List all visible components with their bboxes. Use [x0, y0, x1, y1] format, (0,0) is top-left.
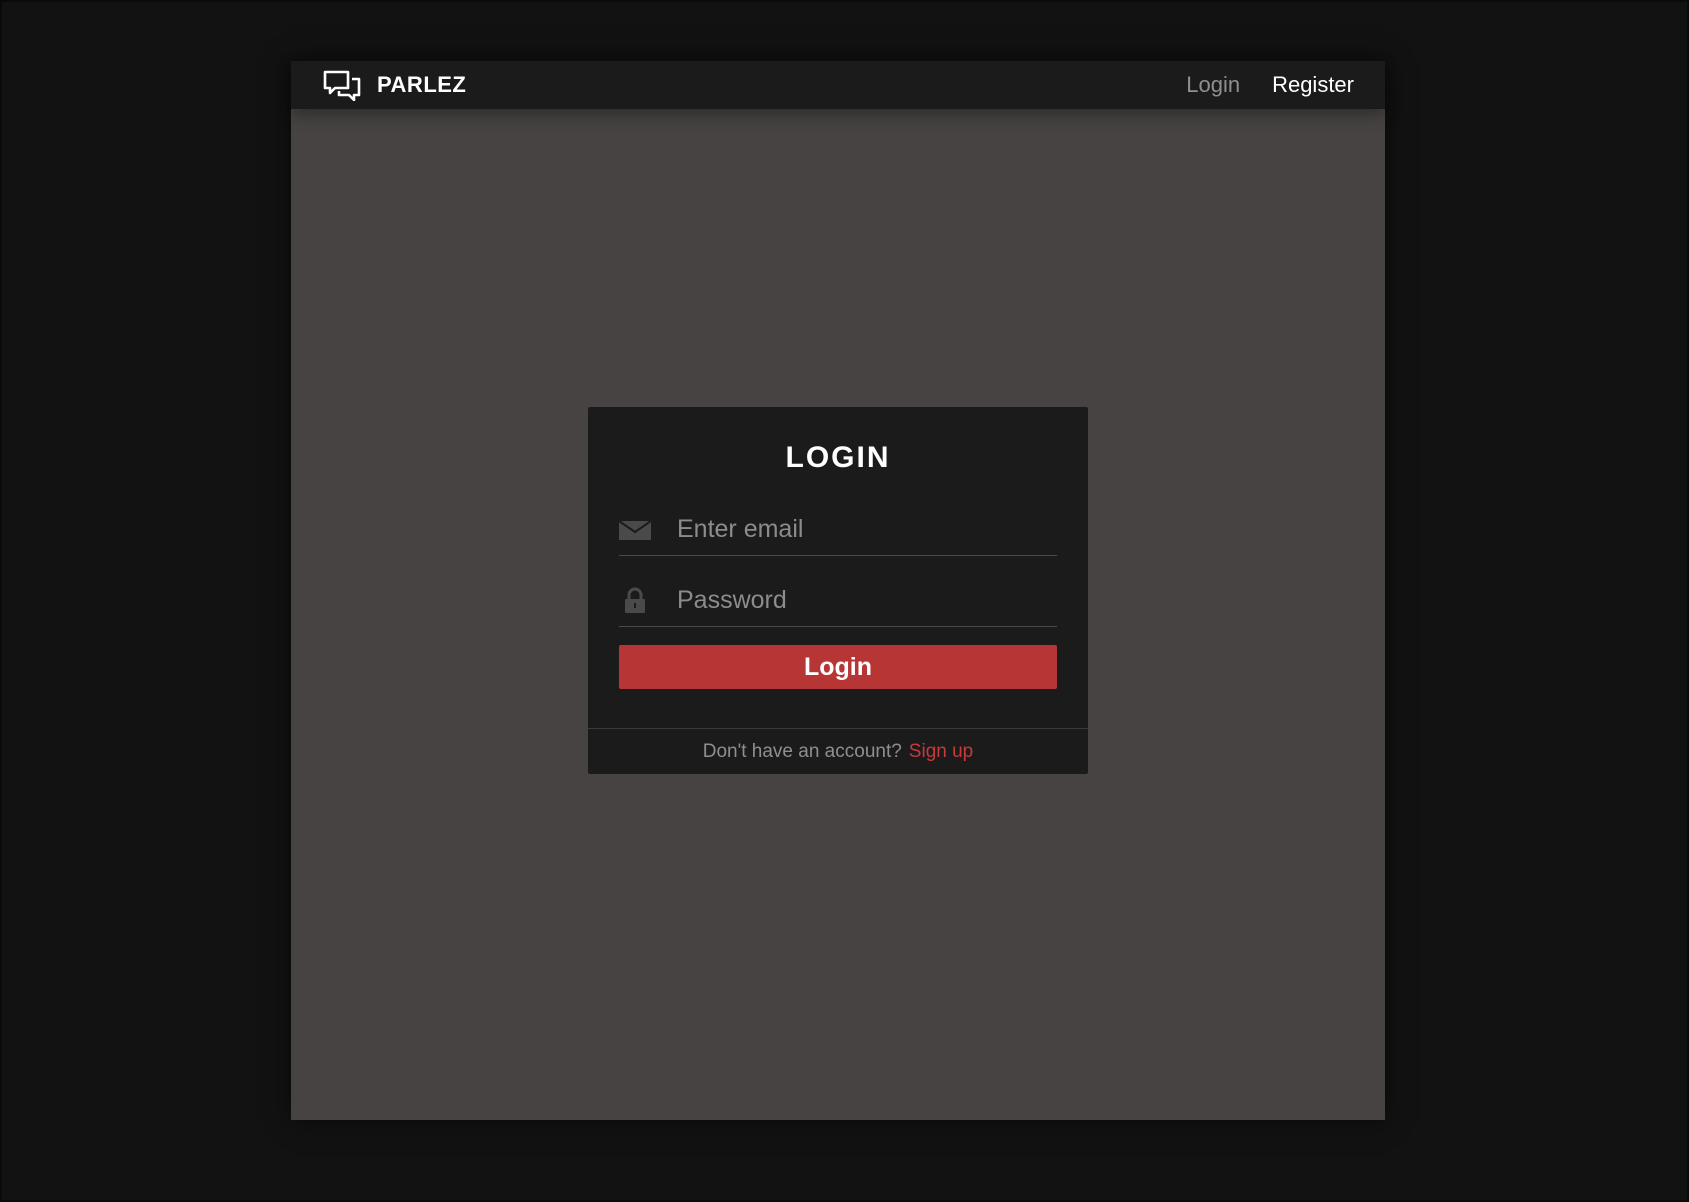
email-input[interactable] [677, 503, 1055, 555]
lock-icon [619, 587, 651, 613]
top-navbar: PARLEZ Login Register [291, 61, 1385, 109]
no-account-text: Don't have an account? [702, 741, 902, 762]
password-field-row [619, 574, 1057, 627]
chat-bubbles-icon [322, 69, 362, 102]
login-card: LOGIN Login Don't have an ac [588, 407, 1088, 774]
app-window: PARLEZ Login Register LOGIN Enter email … [291, 61, 1385, 1120]
nav-login-link[interactable]: Login [1186, 72, 1240, 98]
email-field-row [618, 503, 1057, 556]
card-footer: Don't have an account? Sign up [588, 728, 1088, 775]
nav-register-link[interactable]: Register [1272, 72, 1354, 98]
password-input[interactable] [677, 574, 1055, 626]
nav-links: Login Register [1154, 61, 1354, 109]
envelope-icon [618, 516, 652, 542]
login-submit-button[interactable]: Login [619, 645, 1057, 689]
brand-logo-link[interactable]: PARLEZ [322, 69, 467, 102]
signup-link[interactable]: Sign up [909, 741, 973, 763]
brand-name: PARLEZ [377, 72, 467, 97]
login-title: LOGIN [785, 441, 891, 474]
